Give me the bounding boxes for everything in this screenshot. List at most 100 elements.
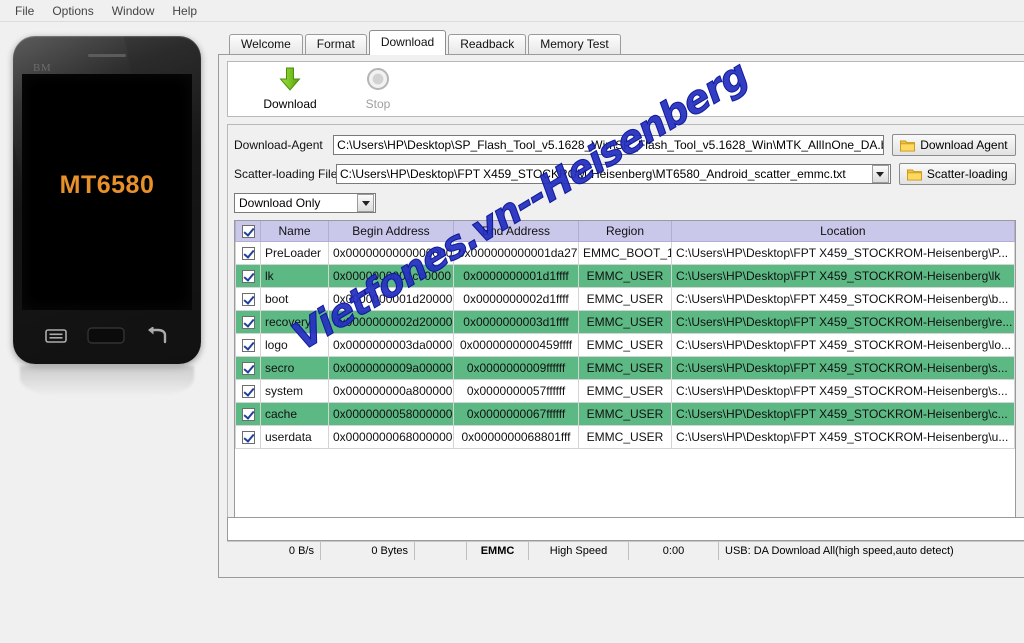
table-row[interactable]: recovery 0x0000000002d20000 0x0000000003d1… xyxy=(235,310,1015,334)
chevron-down-icon[interactable] xyxy=(357,194,374,212)
row-checkbox-cell[interactable] xyxy=(235,241,261,265)
phone-nav-bar xyxy=(13,322,201,352)
scatter-file-input[interactable]: C:\Users\HP\Desktop\FPT X459_STOCKROM-He… xyxy=(337,165,872,183)
download-agent-label: Download-Agent xyxy=(234,138,323,152)
scatter-file-label: Scatter-loading File xyxy=(234,167,338,181)
table-row[interactable]: system 0x000000000a800000 0x0000000057ffff… xyxy=(235,379,1015,403)
table-row[interactable]: secro 0x0000000009a00000 0x0000000009fffff… xyxy=(235,356,1015,380)
download-button-label: Download xyxy=(263,97,317,111)
scatter-file-combo[interactable]: C:\Users\HP\Desktop\FPT X459_STOCKROM-He… xyxy=(336,164,891,184)
row-checkbox-cell[interactable] xyxy=(235,310,261,334)
scatter-file-browse-button[interactable]: Scatter-loading xyxy=(898,163,1016,185)
cell-region: EMMC_USER xyxy=(578,264,672,288)
column-header-name[interactable]: Name xyxy=(260,221,329,242)
tab-memory-test[interactable]: Memory Test xyxy=(528,34,621,55)
stop-circle-icon xyxy=(366,67,390,94)
phone-mockup: BM MT6580 xyxy=(13,36,201,364)
phone-screen: MT6580 xyxy=(22,74,192,310)
download-mode-value: Download Only xyxy=(239,196,321,210)
cell-name: PreLoader xyxy=(260,241,329,265)
status-speed: 0 B/s xyxy=(227,542,321,560)
menu-item-file[interactable]: File xyxy=(6,2,43,20)
menu-bar: File Options Window Help xyxy=(0,0,1024,22)
download-agent-row: Download-Agent C:\Users\HP\Desktop\SP_Fl… xyxy=(234,134,1016,156)
row-checkbox-cell[interactable] xyxy=(235,264,261,288)
row-checkbox-cell[interactable] xyxy=(235,356,261,380)
download-mode-row: Download Only xyxy=(234,192,1016,214)
cell-begin-address: 0x0000000001d20000 xyxy=(328,287,454,311)
menu-item-window[interactable]: Window xyxy=(103,2,164,20)
cell-region: EMMC_USER xyxy=(578,310,672,334)
download-button[interactable]: Download xyxy=(246,67,334,111)
cell-end-address: 0x0000000003d1ffff xyxy=(453,310,579,334)
status-bar: 0 B/s 0 Bytes EMMC High Speed 0:00 USB: … xyxy=(227,541,1024,560)
row-checkbox[interactable] xyxy=(241,408,255,422)
column-header-region[interactable]: Region xyxy=(578,221,672,242)
table-row[interactable]: logo 0x0000000003da0000 0x0000000000459fff… xyxy=(235,333,1015,357)
row-checkbox[interactable] xyxy=(241,431,255,445)
cell-name: system xyxy=(260,379,329,403)
cell-region: EMMC_USER xyxy=(578,333,672,357)
download-form: Download-Agent C:\Users\HP\Desktop\SP_Fl… xyxy=(227,124,1024,551)
menu-item-options[interactable]: Options xyxy=(43,2,102,20)
column-header-end-address[interactable]: End Address xyxy=(453,221,579,242)
column-header-location[interactable]: Location xyxy=(671,221,1015,242)
main-work-area: Welcome Format Download Readback Memory … xyxy=(215,22,1024,643)
cell-end-address: 0x0000000068801fff xyxy=(453,425,579,449)
column-header-begin-address[interactable]: Begin Address xyxy=(328,221,454,242)
row-checkbox-cell[interactable] xyxy=(235,379,261,403)
download-mode-select[interactable]: Download Only xyxy=(234,193,376,213)
tab-format[interactable]: Format xyxy=(304,34,367,55)
cell-end-address: 0x0000000009ffffff xyxy=(453,356,579,380)
row-checkbox[interactable] xyxy=(241,270,255,284)
row-checkbox[interactable] xyxy=(241,385,255,399)
partition-table-container[interactable]: Name Begin Address End Address Region Lo… xyxy=(234,220,1016,542)
download-agent-input[interactable]: C:\Users\HP\Desktop\SP_Flash_Tool_v5.162… xyxy=(333,135,885,155)
cell-name: lk xyxy=(260,264,329,288)
stop-button[interactable]: Stop xyxy=(334,67,422,111)
phone-brand-label: BM xyxy=(33,62,52,74)
select-all-checkbox[interactable] xyxy=(241,225,255,239)
table-row[interactable]: userdata 0x0000000068000000 0x000000006880… xyxy=(235,425,1015,449)
cell-begin-address: 0x0000000002d20000 xyxy=(328,310,454,334)
row-checkbox[interactable] xyxy=(241,362,255,376)
tab-welcome[interactable]: Welcome xyxy=(229,34,303,55)
cell-name: recovery xyxy=(260,310,329,334)
cell-location: C:\Users\HP\Desktop\FPT X459_STOCKROM-He… xyxy=(671,241,1015,265)
tab-readback[interactable]: Readback xyxy=(448,34,527,55)
menu-icon xyxy=(45,328,67,346)
chipset-label: MT6580 xyxy=(59,171,155,199)
download-agent-browse-button[interactable]: Download Agent xyxy=(892,134,1016,156)
scatter-file-row: Scatter-loading File C:\Users\HP\Desktop… xyxy=(234,163,1016,185)
stop-button-label: Stop xyxy=(365,97,391,111)
cell-name: userdata xyxy=(260,425,329,449)
tab-download[interactable]: Download xyxy=(368,30,447,55)
folder-icon xyxy=(906,168,922,181)
home-icon xyxy=(87,327,125,347)
table-row[interactable]: PreLoader 0x0000000000000000 0x00000000000… xyxy=(235,241,1015,265)
row-checkbox-cell[interactable] xyxy=(235,287,261,311)
status-connection-info: USB: DA Download All(high speed,auto det… xyxy=(725,545,954,557)
row-checkbox-cell[interactable] xyxy=(235,333,261,357)
row-checkbox[interactable] xyxy=(241,293,255,307)
row-checkbox[interactable] xyxy=(241,339,255,353)
cell-region: EMMC_BOOT_1 xyxy=(578,241,672,265)
menu-item-help[interactable]: Help xyxy=(163,2,206,20)
cell-location: C:\Users\HP\Desktop\FPT X459_STOCKROM-He… xyxy=(671,379,1015,403)
cell-location: C:\Users\HP\Desktop\FPT X459_STOCKROM-He… xyxy=(671,287,1015,311)
select-all-header[interactable] xyxy=(235,221,261,242)
status-elapsed-time: 0:00 xyxy=(629,542,719,560)
row-checkbox-cell[interactable] xyxy=(235,402,261,426)
cell-begin-address: 0x0000000003da0000 xyxy=(328,333,454,357)
partition-table: Name Begin Address End Address Region Lo… xyxy=(235,221,1015,449)
chevron-down-icon[interactable] xyxy=(871,165,889,183)
table-row[interactable]: cache 0x0000000058000000 0x0000000067fffff… xyxy=(235,402,1015,426)
row-checkbox[interactable] xyxy=(241,316,255,330)
cell-end-address: 0x0000000057ffffff xyxy=(453,379,579,403)
cell-location: C:\Users\HP\Desktop\FPT X459_STOCKROM-He… xyxy=(671,310,1015,334)
table-row[interactable]: boot 0x0000000001d20000 0x0000000002d1ffff… xyxy=(235,287,1015,311)
row-checkbox[interactable] xyxy=(241,247,255,261)
cell-end-address: 0x0000000002d1ffff xyxy=(453,287,579,311)
table-row[interactable]: lk 0x0000000001cc0000 0x0000000001d1ffff EM… xyxy=(235,264,1015,288)
row-checkbox-cell[interactable] xyxy=(235,425,261,449)
